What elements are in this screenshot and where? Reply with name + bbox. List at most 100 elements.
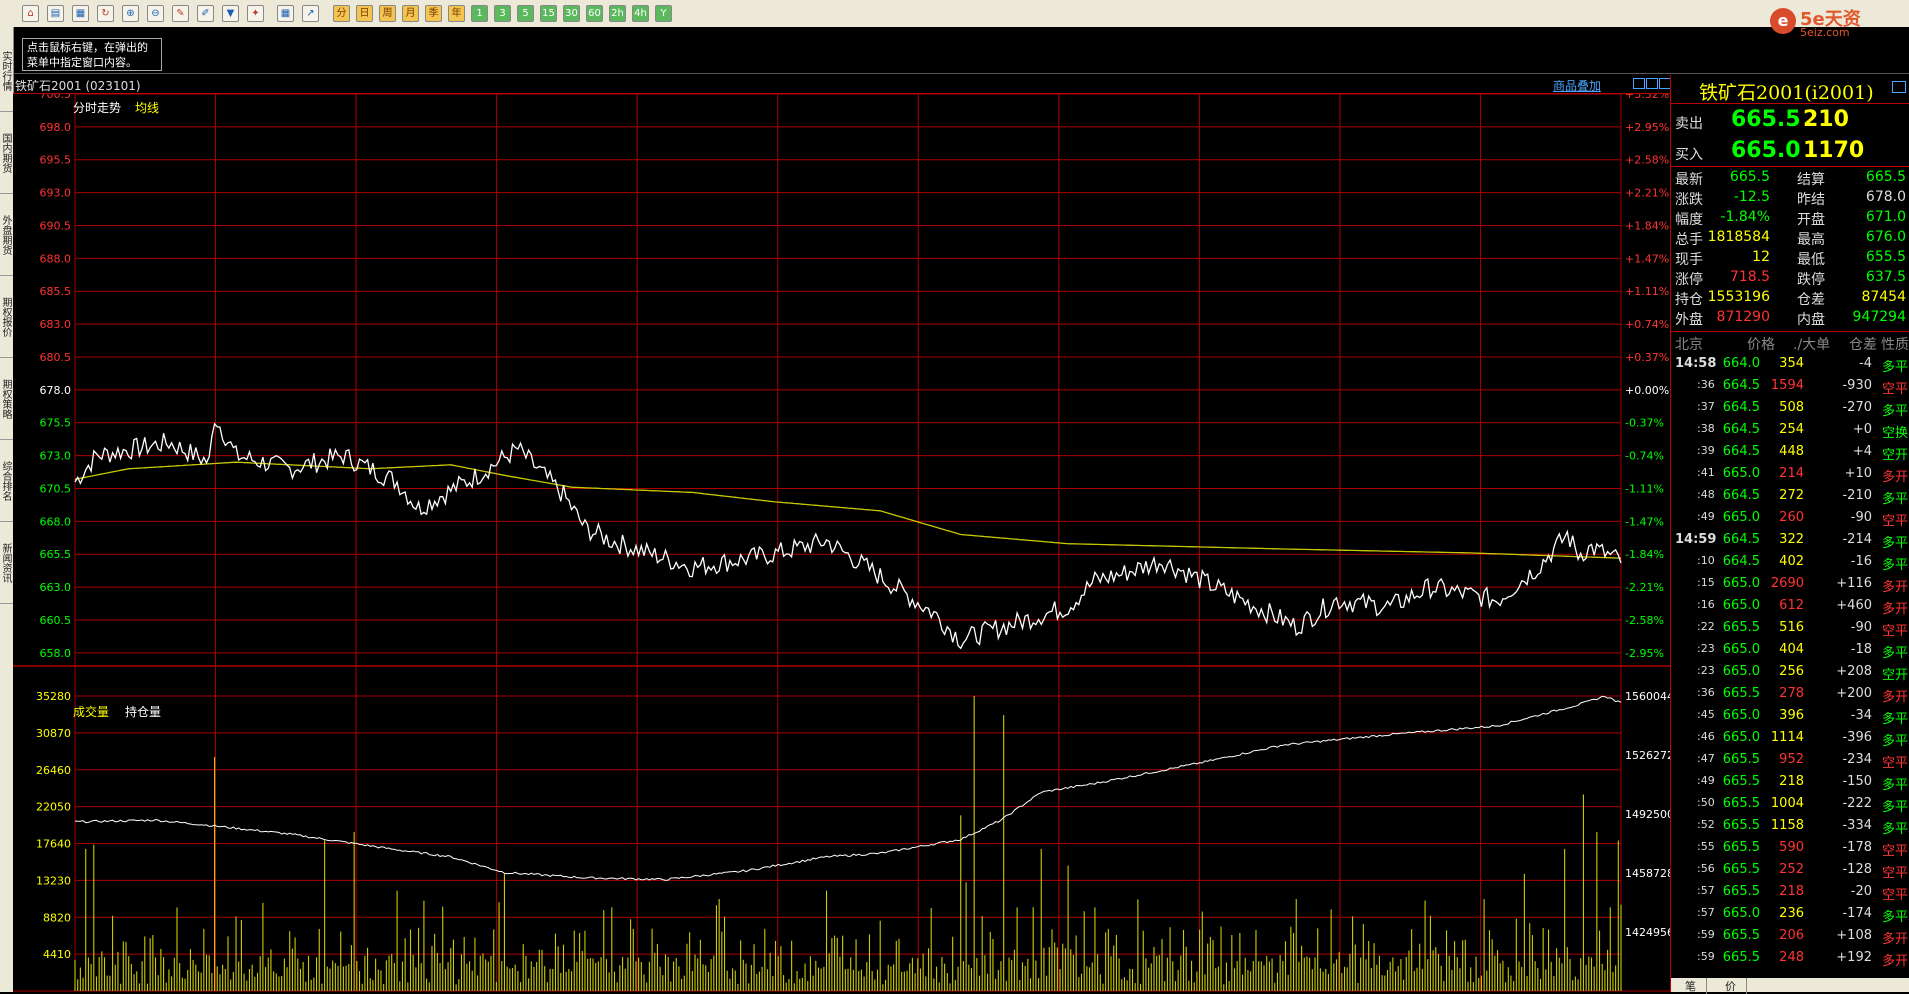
zoom-out-icon[interactable]: ⊖ — [147, 5, 164, 22]
draw-icon[interactable]: ✎ — [172, 5, 189, 22]
tick-row[interactable]: :49 665.5 218 -150 多平 — [1671, 771, 1909, 793]
tick-price: 664.5 — [1722, 554, 1760, 569]
tick-oi-change: +0 — [1852, 422, 1872, 437]
left-tab-1[interactable]: 国内期货 — [0, 113, 13, 194]
pct-tick: +2.21% — [1625, 187, 1669, 200]
tick-row[interactable]: :36 665.5 278 +200 多开 — [1671, 683, 1909, 705]
period-button-1[interactable]: 日 — [356, 5, 373, 22]
period-button-11[interactable]: 60 — [586, 5, 603, 22]
period-button-7[interactable]: 3 — [494, 5, 511, 22]
stat-value: -12.5 — [1733, 189, 1770, 205]
tick-row[interactable]: :46 665.0 1114 -396 多平 — [1671, 727, 1909, 749]
left-tab-3[interactable]: 期权报价 — [0, 277, 13, 358]
period-button-3[interactable]: 月 — [402, 5, 419, 22]
tick-volume: 322 — [1779, 532, 1804, 547]
tick-row[interactable]: :55 665.5 590 -178 空平 — [1671, 837, 1909, 859]
stat-value: 718.5 — [1729, 269, 1770, 285]
tick-row[interactable]: :45 665.0 396 -34 多平 — [1671, 705, 1909, 727]
period-button-5[interactable]: 年 — [448, 5, 465, 22]
tick-row[interactable]: :36 664.5 1594 -930 空平 — [1671, 375, 1909, 397]
tick-list[interactable]: 14:58 664.0 354 -4 多平:36 664.5 1594 -930 空平:37 66… — [1671, 353, 1909, 969]
tick-row[interactable]: :59 665.5 248 +192 多开 — [1671, 947, 1909, 969]
period-button-6[interactable]: 1 — [471, 5, 488, 22]
tick-row[interactable]: :56 665.5 252 -128 空平 — [1671, 859, 1909, 881]
tick-row[interactable]: 14:59 664.5 322 -214 多平 — [1671, 529, 1909, 551]
new-icon[interactable]: ✦ — [247, 5, 264, 22]
tick-row[interactable]: :39 664.5 448 +4 空开 — [1671, 441, 1909, 463]
tab-avg-line[interactable]: 均线 — [135, 101, 159, 115]
tick-volume: 1114 — [1770, 730, 1804, 745]
tick-row[interactable]: :23 665.0 256 +208 空开 — [1671, 661, 1909, 683]
period-button-2[interactable]: 周 — [379, 5, 396, 22]
tick-row[interactable]: :38 664.5 254 +0 空换 — [1671, 419, 1909, 441]
tick-row[interactable]: :22 665.5 516 -90 空平 — [1671, 617, 1909, 639]
tick-row[interactable]: :57 665.0 236 -174 多平 — [1671, 903, 1909, 925]
left-tab-6[interactable]: 新闻资讯 — [0, 523, 13, 604]
tick-row[interactable]: 14:58 664.0 354 -4 多平 — [1671, 353, 1909, 375]
zoom-in-icon[interactable]: ⊕ — [122, 5, 139, 22]
period-button-0[interactable]: 分 — [333, 5, 350, 22]
period-button-12[interactable]: 2h — [609, 5, 626, 22]
stat-value: 1553196 — [1707, 289, 1770, 305]
tick-row[interactable]: :52 665.5 1158 -334 多平 — [1671, 815, 1909, 837]
tick-oi-change: -270 — [1842, 400, 1872, 415]
tick-row[interactable]: :59 665.5 206 +108 多开 — [1671, 925, 1909, 947]
window-minimize-button[interactable] — [1633, 78, 1645, 89]
tick-header-cell: 北京 — [1675, 337, 1703, 353]
tick-row[interactable]: :47 665.5 952 -234 空平 — [1671, 749, 1909, 771]
oi-tick: 1526272 — [1625, 749, 1670, 762]
stat-label: 涨停 — [1675, 272, 1703, 288]
tick-oi-change: -214 — [1842, 532, 1872, 547]
period-button-13[interactable]: 4h — [632, 5, 649, 22]
period-button-10[interactable]: 30 — [563, 5, 580, 22]
refresh-icon[interactable]: ↻ — [97, 5, 114, 22]
pen-icon[interactable]: ✐ — [197, 5, 214, 22]
period-button-4[interactable]: 季 — [425, 5, 442, 22]
period-button-9[interactable]: 15 — [540, 5, 557, 22]
tab-price-trend[interactable]: 分时走势 — [73, 101, 121, 115]
stat-label: 外盘 — [1675, 312, 1703, 328]
period-button-8[interactable]: 5 — [517, 5, 534, 22]
chart-title-bar: 铁矿石2001 (023101) 商品叠加 — [13, 75, 1671, 94]
tick-oi-change: -334 — [1842, 818, 1872, 833]
price-tick: 658.0 — [40, 647, 72, 660]
tick-price: 665.0 — [1722, 598, 1760, 613]
tick-volume: 396 — [1779, 708, 1804, 723]
tick-price: 665.5 — [1722, 620, 1760, 635]
tick-row[interactable]: :49 665.0 260 -90 空平 — [1671, 507, 1909, 529]
tab-open-interest[interactable]: 持仓量 — [125, 704, 161, 719]
panel-toggle-button[interactable] — [1892, 81, 1906, 93]
tab-volume[interactable]: 成交量 — [73, 704, 109, 719]
tick-row[interactable]: :57 665.5 218 -20 空平 — [1671, 881, 1909, 903]
overlay-link[interactable]: 商品叠加 — [1553, 77, 1601, 94]
tick-row[interactable]: :37 664.5 508 -270 多平 — [1671, 397, 1909, 419]
tick-time: :48 — [1697, 488, 1715, 501]
intraday-chart[interactable]: 700.5 698.0 695.5 693.0 690.5 688.0 685.5 683.0… — [13, 94, 1670, 992]
left-tab-0[interactable]: 实时行情 — [0, 31, 13, 112]
save-icon[interactable]: ▤ — [47, 5, 64, 22]
tick-row[interactable]: :16 665.0 612 +460 多开 — [1671, 595, 1909, 617]
tick-volume: 508 — [1779, 400, 1804, 415]
tick-price: 665.5 — [1722, 862, 1760, 877]
left-tab-4[interactable]: 期权策略 — [0, 359, 13, 440]
tick-row[interactable]: :41 665.0 214 +10 多开 — [1671, 463, 1909, 485]
tick-header-cell: 性质 — [1881, 337, 1909, 353]
price-tick: 698.0 — [40, 121, 72, 134]
trend-icon[interactable]: ↗ — [302, 5, 319, 22]
tick-oi-change: +200 — [1836, 686, 1872, 701]
window-restore-button[interactable] — [1646, 78, 1658, 89]
left-tab-2[interactable]: 外盘期货 — [0, 195, 13, 276]
home-icon[interactable]: ⌂ — [22, 5, 39, 22]
tick-row[interactable]: :23 665.0 404 -18 多平 — [1671, 639, 1909, 661]
tick-row[interactable]: :50 665.5 1004 -222 多平 — [1671, 793, 1909, 815]
tick-row[interactable]: :48 664.5 272 -210 多平 — [1671, 485, 1909, 507]
tick-row[interactable]: :15 665.0 2690 +116 多开 — [1671, 573, 1909, 595]
chart-icon[interactable]: ▦ — [72, 5, 89, 22]
period-button-14[interactable]: Y — [655, 5, 672, 22]
left-tab-5[interactable]: 综合排名 — [0, 441, 13, 522]
tick-row[interactable]: :10 664.5 402 -16 多平 — [1671, 551, 1909, 573]
tick-time: :55 — [1697, 840, 1715, 853]
filter-icon[interactable]: ▼ — [222, 5, 239, 22]
stat-value: 665.5 — [1729, 169, 1770, 185]
table-icon[interactable]: ▦ — [277, 5, 294, 22]
